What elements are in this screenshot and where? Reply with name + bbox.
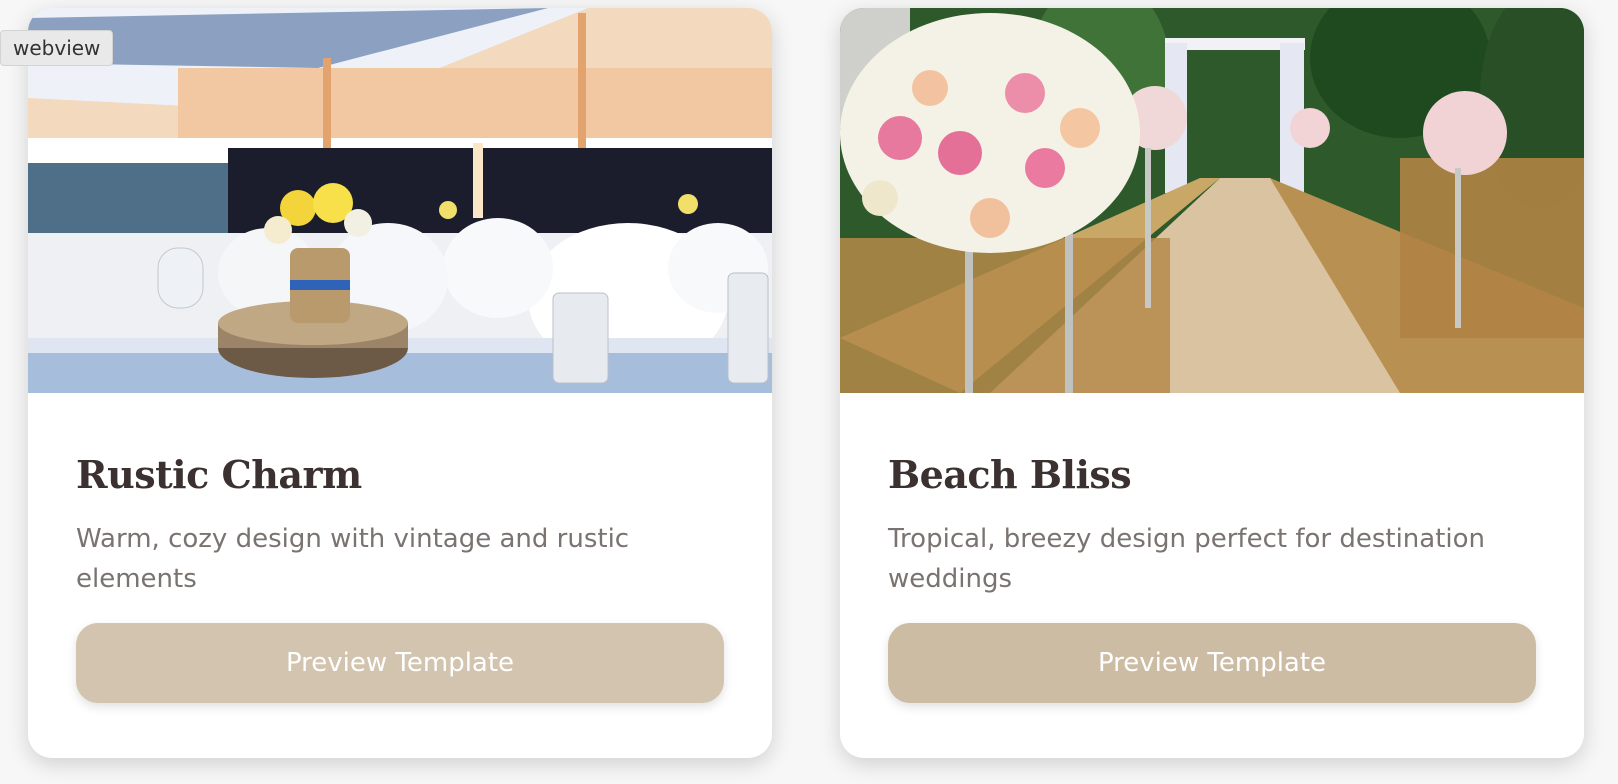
- preview-template-button[interactable]: Preview Template: [76, 623, 724, 703]
- webview-badge: webview: [0, 30, 114, 66]
- template-title: Rustic Charm: [76, 452, 362, 497]
- preview-template-button[interactable]: Preview Template: [888, 623, 1536, 703]
- template-title: Beach Bliss: [888, 452, 1132, 497]
- template-card-rustic-charm[interactable]: Rustic Charm Warm, cozy design with vint…: [28, 8, 772, 758]
- template-description: Tropical, breezy design perfect for dest…: [888, 524, 1486, 594]
- rustic-reception-photo: [28, 8, 772, 393]
- template-preview-image: [28, 8, 772, 393]
- template-description: Warm, cozy design with vintage and rusti…: [76, 524, 630, 594]
- template-preview-image: [840, 8, 1584, 393]
- template-gallery: webview Rustic Charm Warm, cozy design w…: [0, 0, 1618, 784]
- template-card-beach-bliss[interactable]: Beach Bliss Tropical, breezy design perf…: [840, 8, 1584, 758]
- floral-aisle-photo: [840, 8, 1584, 393]
